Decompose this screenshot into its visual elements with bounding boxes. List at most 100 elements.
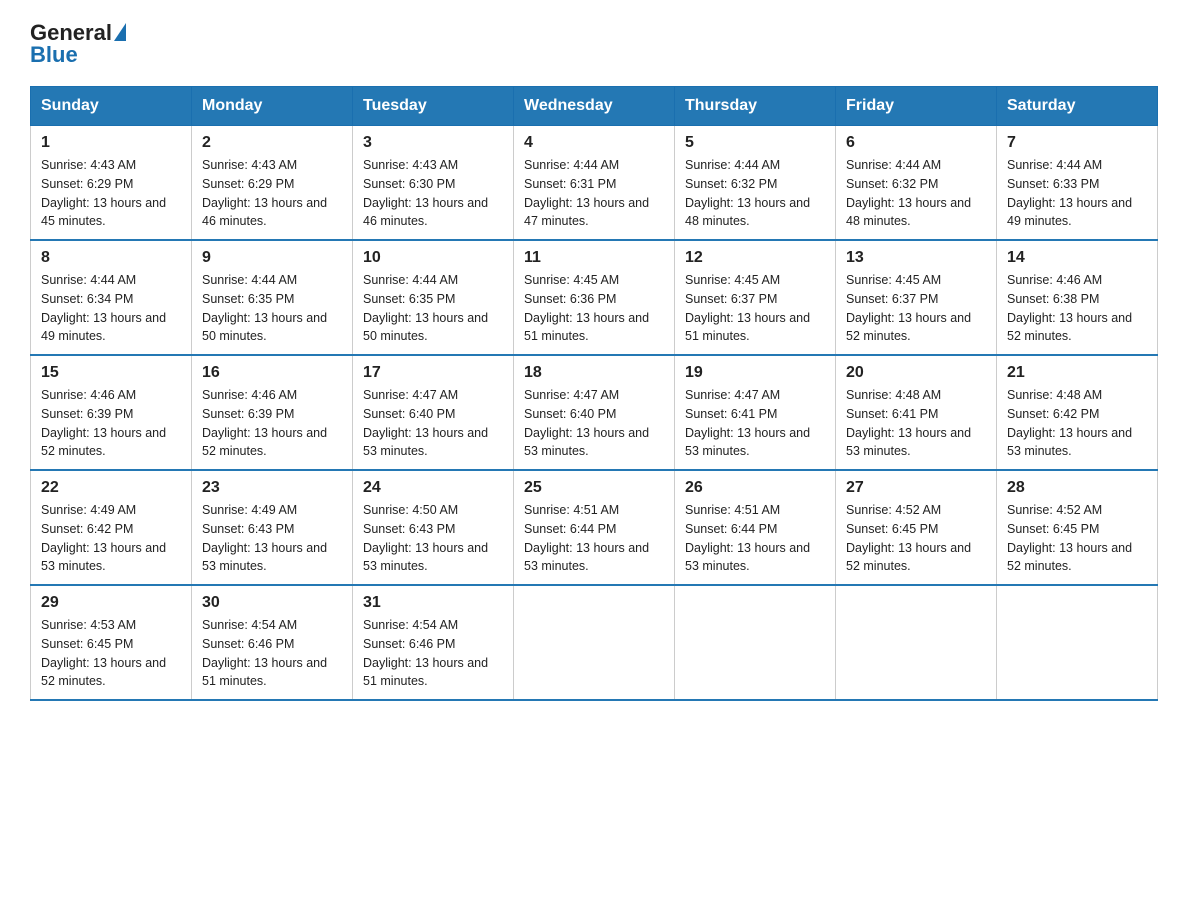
- day-number: 1: [41, 134, 181, 152]
- day-number: 5: [685, 134, 825, 152]
- calendar-cell: 16 Sunrise: 4:46 AMSunset: 6:39 PMDayligh…: [192, 355, 353, 470]
- day-info: Sunrise: 4:43 AMSunset: 6:29 PMDaylight:…: [202, 156, 342, 231]
- calendar-cell: 1 Sunrise: 4:43 AMSunset: 6:29 PMDaylight…: [31, 126, 192, 241]
- day-info: Sunrise: 4:49 AMSunset: 6:42 PMDaylight:…: [41, 501, 181, 576]
- calendar-week-row: 22Sunrise: 4:49 AMSunset: 6:42 PMDayligh…: [31, 470, 1158, 585]
- day-info: Sunrise: 4:51 AMSunset: 6:44 PMDaylight:…: [524, 501, 664, 576]
- day-info: Sunrise: 4:44 AMSunset: 6:35 PMDaylight:…: [202, 271, 342, 346]
- calendar-cell: 19 Sunrise: 4:47 AMSunset: 6:41 PMDayligh…: [675, 355, 836, 470]
- day-info: Sunrise: 4:48 AMSunset: 6:42 PMDaylight:…: [1007, 386, 1147, 461]
- day-number: 16: [202, 364, 342, 382]
- calendar-header-row: SundayMondayTuesdayWednesdayThursdayFrid…: [31, 87, 1158, 126]
- day-info: Sunrise: 4:44 AMSunset: 6:32 PMDaylight:…: [685, 156, 825, 231]
- day-number: 30: [202, 594, 342, 612]
- day-info: Sunrise: 4:46 AMSunset: 6:39 PMDaylight:…: [202, 386, 342, 461]
- calendar-table: SundayMondayTuesdayWednesdayThursdayFrid…: [30, 86, 1158, 701]
- calendar-cell: [675, 585, 836, 700]
- day-info: Sunrise: 4:47 AMSunset: 6:41 PMDaylight:…: [685, 386, 825, 461]
- calendar-cell: [836, 585, 997, 700]
- calendar-cell: 13 Sunrise: 4:45 AMSunset: 6:37 PMDayligh…: [836, 240, 997, 355]
- day-info: Sunrise: 4:44 AMSunset: 6:32 PMDaylight:…: [846, 156, 986, 231]
- calendar-cell: 31 Sunrise: 4:54 AMSunset: 6:46 PMDayligh…: [353, 585, 514, 700]
- calendar-cell: 8 Sunrise: 4:44 AMSunset: 6:34 PMDaylight…: [31, 240, 192, 355]
- day-info: Sunrise: 4:54 AMSunset: 6:46 PMDaylight:…: [202, 616, 342, 691]
- day-number: 18: [524, 364, 664, 382]
- day-info: Sunrise: 4:51 AMSunset: 6:44 PMDaylight:…: [685, 501, 825, 576]
- day-number: 15: [41, 364, 181, 382]
- day-info: Sunrise: 4:44 AMSunset: 6:34 PMDaylight:…: [41, 271, 181, 346]
- day-info: Sunrise: 4:48 AMSunset: 6:41 PMDaylight:…: [846, 386, 986, 461]
- calendar-cell: 6 Sunrise: 4:44 AMSunset: 6:32 PMDaylight…: [836, 126, 997, 241]
- calendar-cell: 12Sunrise: 4:45 AMSunset: 6:37 PMDayligh…: [675, 240, 836, 355]
- day-info: Sunrise: 4:54 AMSunset: 6:46 PMDaylight:…: [363, 616, 503, 691]
- calendar-cell: 15Sunrise: 4:46 AMSunset: 6:39 PMDayligh…: [31, 355, 192, 470]
- calendar-cell: 2 Sunrise: 4:43 AMSunset: 6:29 PMDaylight…: [192, 126, 353, 241]
- calendar-cell: 24Sunrise: 4:50 AMSunset: 6:43 PMDayligh…: [353, 470, 514, 585]
- calendar-header-tuesday: Tuesday: [353, 87, 514, 126]
- day-number: 20: [846, 364, 986, 382]
- day-number: 9: [202, 249, 342, 267]
- calendar-cell: 30 Sunrise: 4:54 AMSunset: 6:46 PMDayligh…: [192, 585, 353, 700]
- day-info: Sunrise: 4:44 AMSunset: 6:31 PMDaylight:…: [524, 156, 664, 231]
- logo-triangle-icon: [114, 23, 126, 41]
- calendar-cell: 20 Sunrise: 4:48 AMSunset: 6:41 PMDayligh…: [836, 355, 997, 470]
- day-info: Sunrise: 4:46 AMSunset: 6:38 PMDaylight:…: [1007, 271, 1147, 346]
- calendar-header-wednesday: Wednesday: [514, 87, 675, 126]
- calendar-cell: 27 Sunrise: 4:52 AMSunset: 6:45 PMDayligh…: [836, 470, 997, 585]
- day-number: 26: [685, 479, 825, 497]
- calendar-cell: 14Sunrise: 4:46 AMSunset: 6:38 PMDayligh…: [997, 240, 1158, 355]
- day-info: Sunrise: 4:52 AMSunset: 6:45 PMDaylight:…: [846, 501, 986, 576]
- day-number: 19: [685, 364, 825, 382]
- day-info: Sunrise: 4:45 AMSunset: 6:37 PMDaylight:…: [846, 271, 986, 346]
- day-info: Sunrise: 4:44 AMSunset: 6:33 PMDaylight:…: [1007, 156, 1147, 231]
- day-info: Sunrise: 4:50 AMSunset: 6:43 PMDaylight:…: [363, 501, 503, 576]
- day-number: 21: [1007, 364, 1147, 382]
- day-number: 8: [41, 249, 181, 267]
- calendar-header-friday: Friday: [836, 87, 997, 126]
- calendar-cell: 25 Sunrise: 4:51 AMSunset: 6:44 PMDayligh…: [514, 470, 675, 585]
- calendar-cell: 10Sunrise: 4:44 AMSunset: 6:35 PMDayligh…: [353, 240, 514, 355]
- day-info: Sunrise: 4:53 AMSunset: 6:45 PMDaylight:…: [41, 616, 181, 691]
- day-info: Sunrise: 4:45 AMSunset: 6:36 PMDaylight:…: [524, 271, 664, 346]
- day-info: Sunrise: 4:43 AMSunset: 6:29 PMDaylight:…: [41, 156, 181, 231]
- calendar-cell: 7Sunrise: 4:44 AMSunset: 6:33 PMDaylight…: [997, 126, 1158, 241]
- day-number: 29: [41, 594, 181, 612]
- calendar-cell: 4 Sunrise: 4:44 AMSunset: 6:31 PMDaylight…: [514, 126, 675, 241]
- page-header: General Blue: [30, 20, 1158, 68]
- day-number: 6: [846, 134, 986, 152]
- calendar-header-monday: Monday: [192, 87, 353, 126]
- calendar-week-row: 15 Sunrise: 4:46 AMSunset: 6:39 PMDayligh…: [31, 355, 1158, 470]
- calendar-week-row: 1 Sunrise: 4:43 AMSunset: 6:29 PMDaylight…: [31, 126, 1158, 241]
- day-number: 27: [846, 479, 986, 497]
- day-number: 23: [202, 479, 342, 497]
- day-number: 3: [363, 134, 503, 152]
- calendar-header-thursday: Thursday: [675, 87, 836, 126]
- calendar-cell: [514, 585, 675, 700]
- day-number: 4: [524, 134, 664, 152]
- calendar-week-row: 8 Sunrise: 4:44 AMSunset: 6:34 PMDaylight…: [31, 240, 1158, 355]
- calendar-cell: 17Sunrise: 4:47 AMSunset: 6:40 PMDayligh…: [353, 355, 514, 470]
- calendar-cell: [997, 585, 1158, 700]
- calendar-cell: 29 Sunrise: 4:53 AMSunset: 6:45 PMDayligh…: [31, 585, 192, 700]
- day-number: 17: [363, 364, 503, 382]
- calendar-cell: 5 Sunrise: 4:44 AMSunset: 6:32 PMDaylight…: [675, 126, 836, 241]
- calendar-cell: 18Sunrise: 4:47 AMSunset: 6:40 PMDayligh…: [514, 355, 675, 470]
- day-info: Sunrise: 4:44 AMSunset: 6:35 PMDaylight:…: [363, 271, 503, 346]
- calendar-cell: 26 Sunrise: 4:51 AMSunset: 6:44 PMDayligh…: [675, 470, 836, 585]
- calendar-header-sunday: Sunday: [31, 87, 192, 126]
- day-number: 25: [524, 479, 664, 497]
- day-info: Sunrise: 4:45 AMSunset: 6:37 PMDaylight:…: [685, 271, 825, 346]
- day-info: Sunrise: 4:49 AMSunset: 6:43 PMDaylight:…: [202, 501, 342, 576]
- calendar-header-saturday: Saturday: [997, 87, 1158, 126]
- calendar-cell: 23 Sunrise: 4:49 AMSunset: 6:43 PMDayligh…: [192, 470, 353, 585]
- day-info: Sunrise: 4:52 AMSunset: 6:45 PMDaylight:…: [1007, 501, 1147, 576]
- day-number: 31: [363, 594, 503, 612]
- calendar-cell: 11Sunrise: 4:45 AMSunset: 6:36 PMDayligh…: [514, 240, 675, 355]
- calendar-cell: 21 Sunrise: 4:48 AMSunset: 6:42 PMDayligh…: [997, 355, 1158, 470]
- calendar-week-row: 29 Sunrise: 4:53 AMSunset: 6:45 PMDayligh…: [31, 585, 1158, 700]
- day-number: 13: [846, 249, 986, 267]
- calendar-cell: 28 Sunrise: 4:52 AMSunset: 6:45 PMDayligh…: [997, 470, 1158, 585]
- day-number: 2: [202, 134, 342, 152]
- logo: General Blue: [30, 20, 126, 68]
- day-number: 28: [1007, 479, 1147, 497]
